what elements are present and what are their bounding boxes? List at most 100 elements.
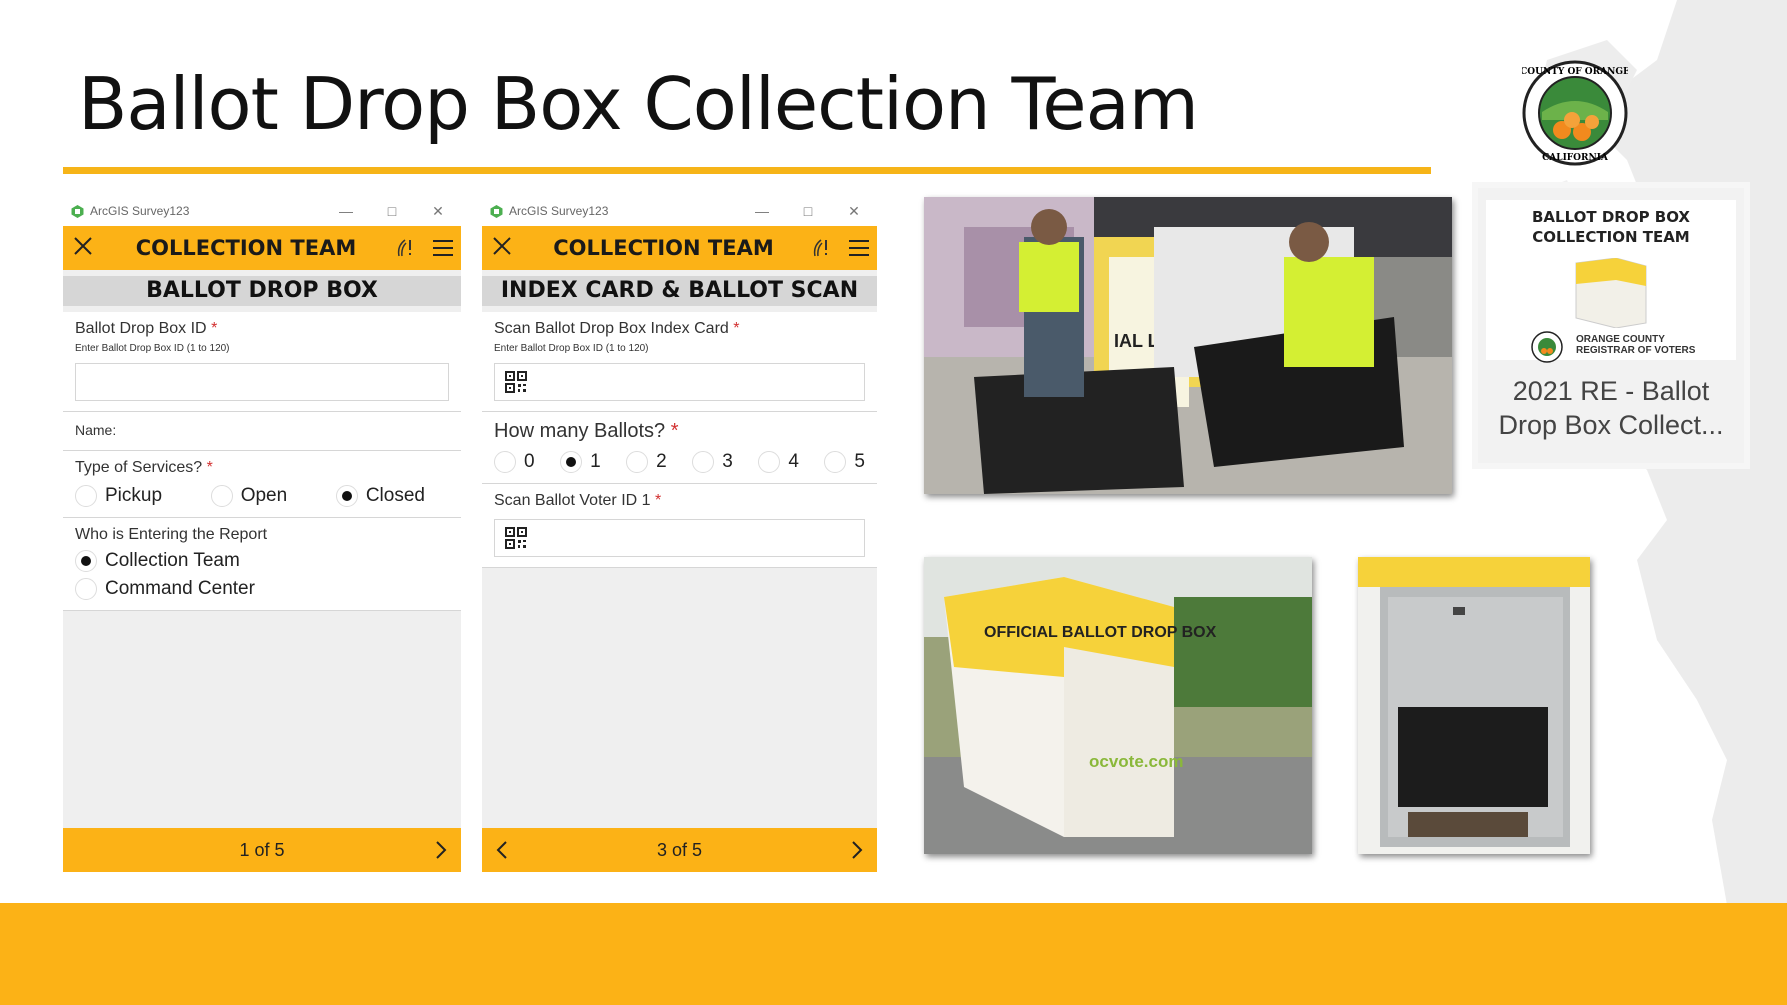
window-titlebar: ArcGIS Survey123 — □ ✕: [63, 196, 461, 226]
radio-option-pickup[interactable]: Pickup: [75, 485, 162, 507]
maximize-icon[interactable]: □: [369, 203, 415, 219]
card-caption: 2021 RE - Ballot Drop Box Collect...: [1486, 374, 1736, 442]
photo2-box-text: OFFICIAL BALLOT DROP BOX: [984, 624, 1217, 641]
photo-drop-box-exterior: OFFICIAL BALLOT DROP BOX ocvote.com: [924, 557, 1312, 854]
box-id-group: Ballot Drop Box ID * Enter Ballot Drop B…: [63, 312, 461, 412]
county-seal-logo: COUNTY OF ORANGE CALIFORNIA: [1522, 60, 1628, 166]
maximize-icon[interactable]: □: [785, 203, 831, 219]
radio-label: Command Center: [105, 578, 255, 599]
seal-bottom-text: CALIFORNIA: [1542, 153, 1609, 163]
radio-label: 5: [854, 451, 865, 472]
window-title: ArcGIS Survey123: [90, 204, 190, 218]
ballots-group: How many Ballots? * 0 1 2 3 4 5: [482, 412, 877, 484]
app-footer: 3 of 5: [482, 828, 877, 872]
app-header: COLLECTION TEAM: [63, 226, 461, 270]
radio-option-collection-team[interactable]: Collection Team: [75, 550, 431, 572]
radio-button[interactable]: [824, 451, 847, 473]
radio-label: 3: [722, 451, 733, 472]
close-icon[interactable]: ✕: [831, 203, 877, 220]
qr-code-icon[interactable]: [505, 527, 527, 549]
form-heading: BALLOT DROP BOX: [63, 276, 461, 306]
photo-collection-team-image: IAL LOT BOX: [924, 197, 1452, 494]
scan-voter-input[interactable]: [494, 519, 865, 557]
previous-page-icon[interactable]: [482, 840, 522, 860]
services-label: Type of Services?: [75, 459, 203, 476]
name-label: Name:: [75, 422, 117, 438]
close-icon[interactable]: ✕: [415, 203, 461, 220]
radio-button[interactable]: [75, 485, 97, 507]
location-warning-icon[interactable]: [389, 236, 425, 260]
radio-option-command-center[interactable]: Command Center: [75, 578, 431, 600]
window-title: ArcGIS Survey123: [509, 204, 609, 218]
next-page-icon[interactable]: [837, 840, 877, 860]
box-id-input[interactable]: [75, 363, 449, 401]
page-indicator: 3 of 5: [656, 839, 703, 860]
location-warning-icon[interactable]: [805, 236, 841, 260]
page-indicator: 1 of 5: [239, 839, 285, 860]
scan-card-label-row: Scan Ballot Drop Box Index Card *: [494, 320, 865, 338]
photo-drop-box-interior: [1358, 557, 1590, 854]
next-page-icon[interactable]: [421, 840, 461, 860]
scan-card-hint: Enter Ballot Drop Box ID (1 to 120): [494, 343, 649, 354]
radio-option-closed[interactable]: Closed: [335, 485, 425, 507]
card-caption-line1: 2021 RE - Ballot: [1512, 376, 1710, 406]
scan-card-label: Scan Ballot Drop Box Index Card: [494, 320, 729, 337]
menu-icon[interactable]: [841, 239, 877, 257]
footer-band: [0, 903, 1787, 1005]
card-org-line2: REGISTRAR OF VOTERS: [1576, 345, 1696, 356]
radio-button[interactable]: [210, 485, 233, 507]
survey-card[interactable]: BALLOT DROP BOX COLLECTION TEAM ORANGE C…: [1478, 188, 1744, 463]
menu-icon[interactable]: [425, 239, 461, 257]
radio-button[interactable]: [692, 451, 715, 473]
app-header: COLLECTION TEAM: [482, 226, 877, 270]
photo-drop-box-exterior-image: OFFICIAL BALLOT DROP BOX ocvote.com: [924, 557, 1312, 854]
card-org-text: ORANGE COUNTY REGISTRAR OF VOTERS: [1576, 334, 1695, 356]
survey-card-thumbnail: BALLOT DROP BOX COLLECTION TEAM ORANGE C…: [1486, 200, 1736, 363]
required-marker: *: [733, 320, 740, 337]
minimize-icon[interactable]: —: [739, 203, 785, 219]
scan-voter-label: Scan Ballot Voter ID 1: [494, 492, 651, 509]
radio-button[interactable]: [758, 451, 781, 473]
radio-button-selected[interactable]: [335, 485, 358, 507]
radio-option-3[interactable]: 3: [692, 451, 733, 473]
header-title: COLLECTION TEAM: [135, 236, 357, 260]
required-marker: *: [670, 420, 679, 442]
radio-option-0[interactable]: 0: [494, 451, 535, 473]
services-group: Type of Services? * Pickup Open Closed: [63, 451, 461, 518]
survey-window-2: ArcGIS Survey123 — □ ✕ COLLECTION TEAM I…: [482, 196, 877, 872]
radio-option-1[interactable]: 1: [560, 451, 601, 473]
minimize-icon[interactable]: —: [323, 203, 369, 219]
radio-label: Collection Team: [105, 550, 240, 571]
radio-label: 1: [590, 451, 601, 472]
box-id-label: Ballot Drop Box ID: [75, 320, 207, 337]
photo-drop-box-interior-image: [1358, 557, 1590, 854]
ballots-label: How many Ballots?: [494, 420, 666, 442]
radio-label: 2: [656, 451, 667, 472]
seal-top-text: COUNTY OF ORANGE: [1522, 67, 1628, 77]
required-marker: *: [654, 492, 662, 509]
radio-button-selected[interactable]: [560, 451, 583, 473]
radio-option-5[interactable]: 5: [824, 451, 865, 473]
radio-option-open[interactable]: Open: [210, 485, 287, 507]
radio-button[interactable]: [626, 451, 649, 473]
card-drop-box-image: [1575, 258, 1647, 328]
qr-code-icon[interactable]: [505, 371, 527, 393]
close-survey-icon[interactable]: [482, 236, 522, 261]
name-group: Name:: [63, 412, 461, 451]
entering-label: Who is Entering the Report: [75, 526, 268, 543]
radio-option-2[interactable]: 2: [626, 451, 667, 473]
window-titlebar: ArcGIS Survey123 — □ ✕: [482, 196, 877, 226]
radio-button[interactable]: [494, 451, 516, 473]
radio-button-selected[interactable]: [75, 550, 97, 572]
close-survey-icon[interactable]: [63, 236, 103, 261]
radio-label: Pickup: [105, 485, 163, 506]
radio-label: 0: [524, 451, 535, 472]
survey123-app-icon: [71, 204, 84, 218]
radio-button[interactable]: [75, 578, 97, 600]
radio-label: Closed: [365, 485, 425, 506]
radio-option-4[interactable]: 4: [758, 451, 799, 473]
required-marker: *: [206, 459, 213, 476]
slide-title: Ballot Drop Box Collection Team: [78, 62, 1199, 146]
form-heading: INDEX CARD & BALLOT SCAN: [482, 276, 877, 306]
scan-card-input[interactable]: [494, 363, 865, 401]
